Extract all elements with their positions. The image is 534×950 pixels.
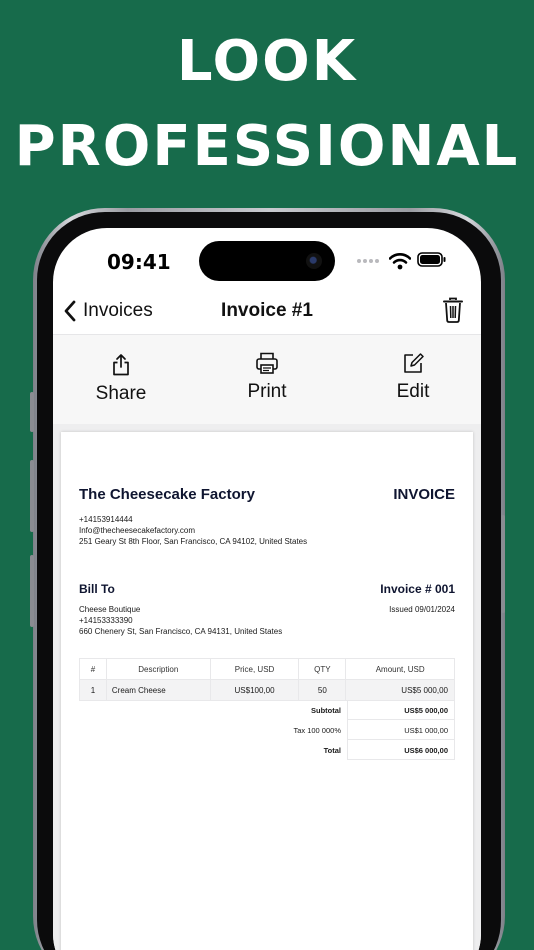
table-row: 1 Cream Cheese US$100,00 50 US$5 000,00	[79, 679, 455, 701]
client-phone: +14153333390	[79, 616, 133, 625]
phone-screen: 09:41 Invoices Invoice #1 Share Print Ed…	[53, 228, 481, 950]
invoice-preview-area[interactable]: The Cheesecake Factory INVOICE +14153914…	[53, 424, 481, 950]
trash-icon	[443, 297, 463, 323]
item-number: 1	[79, 679, 107, 701]
client-contact: Cheese Boutique +14153333390 660 Chenery…	[79, 604, 282, 637]
total-label: Total	[323, 746, 341, 755]
print-button-label: Print	[247, 381, 287, 402]
item-price: US$100,00	[209, 679, 300, 701]
bill-to-heading: Bill To	[79, 582, 115, 596]
navigation-bar: Invoices Invoice #1	[53, 288, 481, 334]
status-icons	[357, 252, 477, 272]
headline-line-1: LOOK	[176, 29, 358, 94]
client-address: 660 Chenery St, San Francisco, CA 94131,…	[79, 627, 283, 636]
table-header-row: # Description Price, USD QTY Amount, USD	[79, 658, 455, 680]
total-value: US$6 000,00	[347, 740, 455, 760]
col-qty: QTY	[298, 658, 347, 680]
edit-icon	[404, 353, 424, 373]
col-number: #	[79, 658, 107, 680]
col-price: Price, USD	[209, 658, 300, 680]
status-time: 09:41	[107, 250, 171, 274]
phone-volume-up-button	[30, 460, 34, 532]
invoice-number: Invoice # 001	[380, 582, 455, 596]
delete-button[interactable]	[443, 297, 463, 328]
item-description: Cream Cheese	[105, 679, 211, 701]
share-button[interactable]: Share	[71, 353, 171, 405]
share-button-label: Share	[95, 383, 147, 404]
col-description: Description	[105, 658, 211, 680]
signal-dots-icon	[357, 259, 381, 265]
total-row: Total US$6 000,00	[271, 740, 455, 760]
company-address: 251 Geary St 8th Floor, San Francisco, C…	[79, 537, 308, 546]
camera-icon	[306, 253, 322, 269]
item-qty: 50	[298, 679, 347, 701]
battery-icon	[417, 252, 446, 267]
subtotal-row: Subtotal US$5 000,00	[271, 700, 455, 720]
dynamic-island	[199, 241, 335, 281]
subtotal-label: Subtotal	[311, 706, 341, 715]
wifi-icon	[389, 253, 411, 270]
subtotal-value: US$5 000,00	[347, 700, 455, 720]
item-amount: US$5 000,00	[345, 679, 455, 701]
company-name: The Cheesecake Factory	[79, 486, 255, 503]
client-name: Cheese Boutique	[79, 605, 141, 614]
tax-value: US$1 000,00	[347, 720, 455, 740]
line-items-table: # Description Price, USD QTY Amount, USD…	[79, 658, 455, 701]
phone-mute-button	[30, 392, 34, 432]
company-contact: +14153914444 Info@thecheesecakefactory.c…	[79, 514, 307, 547]
tax-row: Tax 100 000% US$1 000,00	[271, 720, 455, 740]
share-icon	[113, 354, 129, 376]
phone-power-button	[501, 515, 505, 613]
company-email: Info@thecheesecakefactory.com	[79, 526, 196, 535]
col-amount: Amount, USD	[345, 658, 455, 680]
edit-button-label: Edit	[396, 381, 430, 402]
printer-icon	[256, 352, 278, 374]
action-toolbar: Share Print Edit	[53, 334, 481, 424]
page-title: Invoice #1	[221, 300, 313, 321]
document-type: INVOICE	[393, 486, 455, 503]
invoice-page: The Cheesecake Factory INVOICE +14153914…	[61, 432, 473, 950]
edit-button[interactable]: Edit	[363, 351, 463, 403]
tax-label: Tax 100 000%	[293, 726, 341, 735]
totals-block: Subtotal US$5 000,00 Tax 100 000% US$1 0…	[271, 700, 455, 760]
company-phone: +14153914444	[79, 515, 133, 524]
issued-date: Issued 09/01/2024	[389, 605, 455, 614]
phone-volume-down-button	[30, 555, 34, 627]
print-button[interactable]: Print	[217, 351, 317, 403]
headline-line-2: PROFESSIONAL	[14, 114, 520, 179]
